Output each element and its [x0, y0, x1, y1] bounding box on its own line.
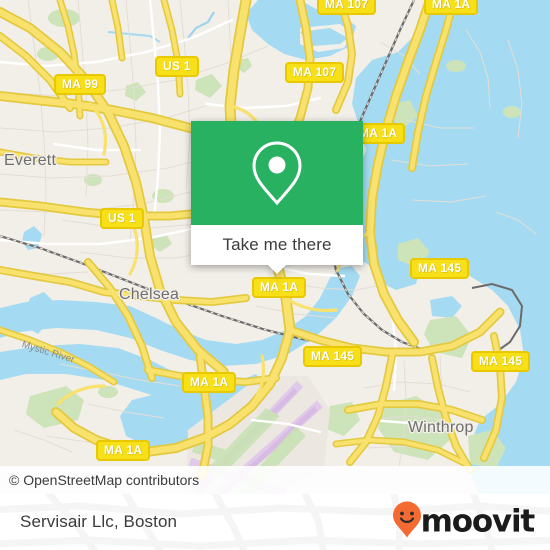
bottom-info-bar: Servisair Llc, Boston moovit: [0, 494, 550, 550]
popup-pin-area: [191, 121, 363, 225]
moovit-smiley-pin-icon: [392, 501, 422, 544]
highway-shield: US 1: [155, 56, 199, 77]
highway-shield: MA 1A: [424, 0, 479, 15]
highway-shield: MA 145: [471, 351, 531, 372]
moovit-wordmark: moovit: [420, 503, 536, 540]
highway-shield: MA 1A: [252, 277, 307, 298]
highway-shield: MA 145: [303, 346, 363, 367]
place-title: Servisair Llc, Boston: [20, 512, 178, 531]
take-me-there-label: Take me there: [222, 235, 332, 254]
highway-shield: MA 99: [54, 74, 107, 95]
highway-shield: MA 107: [285, 62, 345, 83]
moovit-map-screenshot: MA 107 MA 1A MA 99 US 1 MA 107 MA 1A US …: [0, 0, 550, 550]
location-popup-card[interactable]: Take me there: [191, 121, 363, 274]
highway-shield: MA 145: [410, 258, 470, 279]
highway-shield: MA 1A: [182, 372, 237, 393]
location-pin-icon: [251, 139, 303, 207]
map-attribution[interactable]: © OpenStreetMap contributors: [0, 466, 550, 494]
highway-shield: MA 1A: [96, 440, 151, 461]
highway-shield: US 1: [100, 208, 144, 229]
map-canvas[interactable]: MA 107 MA 1A MA 99 US 1 MA 107 MA 1A US …: [0, 0, 550, 494]
popup-pointer-tail: [268, 265, 286, 274]
take-me-there-button[interactable]: Take me there: [191, 225, 363, 265]
attribution-text: © OpenStreetMap contributors: [9, 472, 200, 488]
moovit-logo[interactable]: moovit: [392, 501, 536, 544]
highway-shield: MA 107: [317, 0, 377, 15]
